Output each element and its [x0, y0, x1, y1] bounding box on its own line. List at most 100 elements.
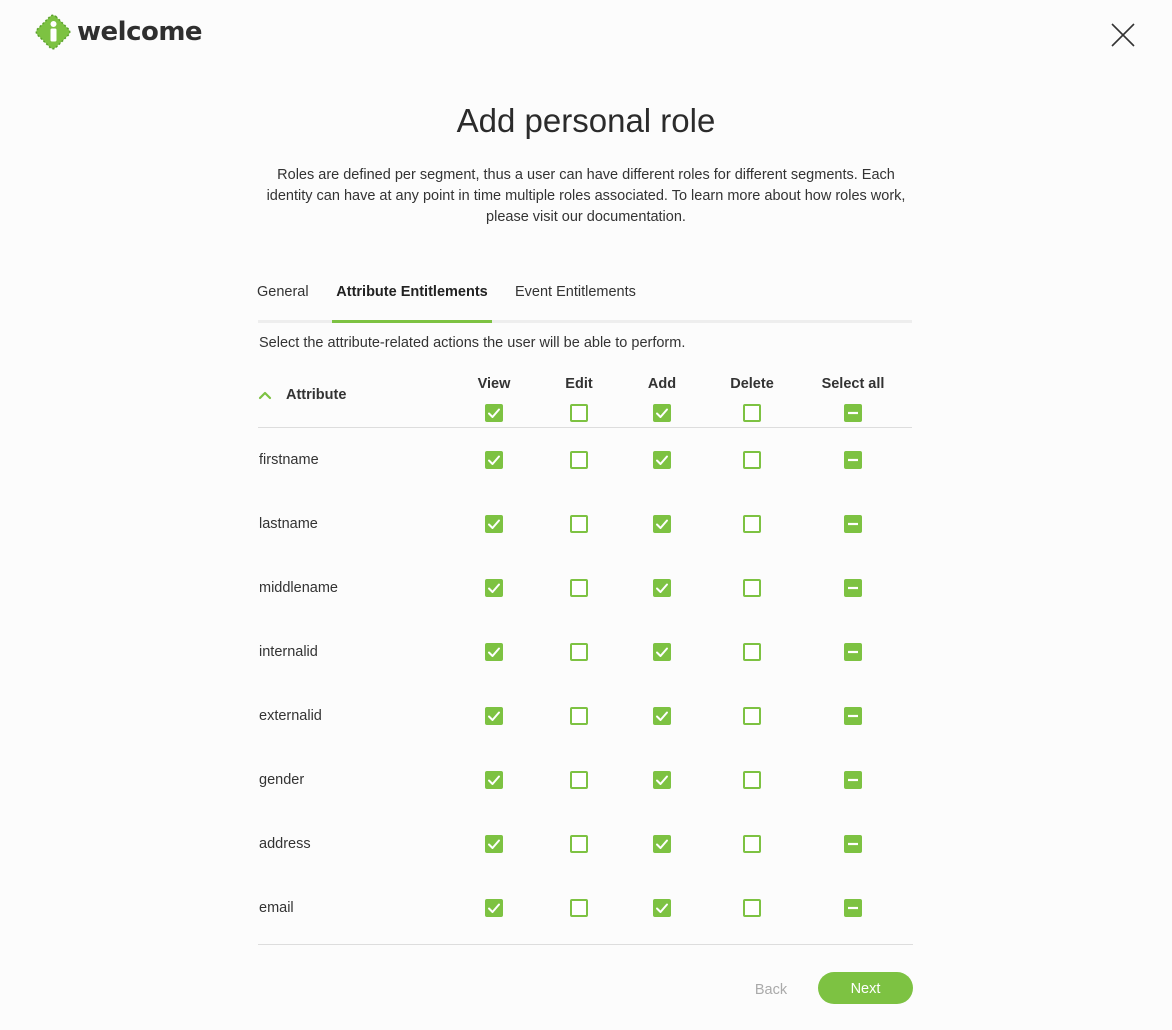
close-icon: [1111, 23, 1135, 47]
checkbox-middlename-add[interactable]: [653, 579, 671, 597]
attribute-column-header[interactable]: Attribute: [258, 387, 346, 403]
checkbox-lastname-delete[interactable]: [743, 515, 761, 533]
checkmark-icon: [488, 775, 500, 785]
checkmark-icon: [656, 839, 668, 849]
checkbox-gender-edit[interactable]: [570, 771, 588, 789]
checkbox-gender-view[interactable]: [485, 771, 503, 789]
checkmark-icon: [656, 647, 668, 657]
column-header-view: View: [477, 376, 511, 392]
minus-icon: [848, 458, 858, 462]
checkbox-address-view[interactable]: [485, 835, 503, 853]
checkbox-firstname-edit[interactable]: [570, 451, 588, 469]
tab-event-entitlements[interactable]: Event Entitlements: [515, 278, 636, 320]
page-description: Roles are defined per segment, thus a us…: [266, 167, 906, 225]
column-header-delete: Delete: [730, 376, 774, 392]
chevron-up-icon: [258, 391, 272, 400]
instruction-text: Select the attribute-related actions the…: [259, 335, 686, 351]
column-header-add: Add: [647, 376, 677, 392]
attribute-name: internalid: [259, 644, 318, 660]
tab-label: Attribute Entitlements: [336, 284, 488, 300]
checkmark-icon: [488, 903, 500, 913]
checkbox-address-select-all[interactable]: [844, 835, 862, 853]
checkbox-header-delete[interactable]: [743, 404, 761, 422]
checkbox-middlename-view[interactable]: [485, 579, 503, 597]
checkbox-firstname-select-all[interactable]: [844, 451, 862, 469]
checkbox-email-delete[interactable]: [743, 899, 761, 917]
checkbox-email-edit[interactable]: [570, 899, 588, 917]
checkmark-icon: [488, 583, 500, 593]
checkbox-middlename-select-all[interactable]: [844, 579, 862, 597]
checkbox-externalid-delete[interactable]: [743, 707, 761, 725]
minus-icon: [848, 778, 858, 782]
minus-icon: [848, 586, 858, 590]
checkmark-icon: [488, 408, 500, 418]
checkmark-icon: [656, 583, 668, 593]
tab-general[interactable]: General: [257, 278, 309, 320]
table-bottom-divider: [258, 944, 913, 945]
checkbox-email-view[interactable]: [485, 899, 503, 917]
checkmark-icon: [656, 519, 668, 529]
brand-name: welcome: [77, 17, 203, 47]
attribute-header-label: Attribute: [286, 387, 347, 403]
checkbox-internalid-select-all[interactable]: [844, 643, 862, 661]
table-row: lastname: [258, 492, 912, 556]
i-info-diamond-icon: [35, 14, 71, 50]
checkbox-firstname-delete[interactable]: [743, 451, 761, 469]
attribute-name: lastname: [259, 516, 318, 532]
table-row: gender: [258, 748, 912, 812]
checkbox-firstname-add[interactable]: [653, 451, 671, 469]
checkbox-address-add[interactable]: [653, 835, 671, 853]
checkbox-middlename-delete[interactable]: [743, 579, 761, 597]
attribute-name: externalid: [259, 708, 322, 724]
checkmark-icon: [656, 408, 668, 418]
minus-icon: [848, 522, 858, 526]
checkbox-lastname-add[interactable]: [653, 515, 671, 533]
table-body: firstname lastname middlename internalid ext…: [258, 428, 912, 940]
minus-icon: [848, 714, 858, 718]
tab-attribute-entitlements[interactable]: Attribute Entitlements: [332, 278, 492, 323]
minus-icon: [848, 906, 858, 910]
table-row: email: [258, 876, 912, 940]
checkbox-internalid-edit[interactable]: [570, 643, 588, 661]
checkbox-externalid-add[interactable]: [653, 707, 671, 725]
checkbox-middlename-edit[interactable]: [570, 579, 588, 597]
checkbox-gender-add[interactable]: [653, 771, 671, 789]
checkbox-externalid-select-all[interactable]: [844, 707, 862, 725]
column-header-select-all: Select all: [821, 376, 885, 392]
checkbox-lastname-edit[interactable]: [570, 515, 588, 533]
checkbox-header-view[interactable]: [485, 404, 503, 422]
table-row: externalid: [258, 684, 912, 748]
tab-bar: General Attribute Entitlements Event Ent…: [257, 278, 912, 323]
brand-logo[interactable]: welcome: [33, 12, 203, 52]
table-header: Attribute View Edit Add Delete Select al…: [258, 370, 912, 428]
attribute-name: firstname: [259, 452, 319, 468]
checkbox-header-add[interactable]: [653, 404, 671, 422]
checkbox-address-delete[interactable]: [743, 835, 761, 853]
checkbox-email-select-all[interactable]: [844, 899, 862, 917]
checkbox-internalid-add[interactable]: [653, 643, 671, 661]
checkmark-icon: [488, 519, 500, 529]
column-header-edit: Edit: [565, 376, 593, 392]
next-button[interactable]: Next: [818, 972, 913, 1004]
checkbox-address-edit[interactable]: [570, 835, 588, 853]
checkmark-icon: [488, 455, 500, 465]
checkbox-internalid-delete[interactable]: [743, 643, 761, 661]
checkbox-email-add[interactable]: [653, 899, 671, 917]
attribute-name: address: [259, 836, 311, 852]
checkbox-internalid-view[interactable]: [485, 643, 503, 661]
page-title: Add personal role: [456, 102, 716, 139]
checkbox-firstname-view[interactable]: [485, 451, 503, 469]
checkbox-header-select-all[interactable]: [844, 404, 862, 422]
close-button[interactable]: [1108, 20, 1138, 50]
back-button[interactable]: Back: [741, 976, 801, 1002]
checkbox-lastname-select-all[interactable]: [844, 515, 862, 533]
checkbox-lastname-view[interactable]: [485, 515, 503, 533]
checkbox-externalid-view[interactable]: [485, 707, 503, 725]
checkmark-icon: [656, 455, 668, 465]
minus-icon: [848, 842, 858, 846]
checkbox-gender-delete[interactable]: [743, 771, 761, 789]
checkbox-gender-select-all[interactable]: [844, 771, 862, 789]
checkbox-externalid-edit[interactable]: [570, 707, 588, 725]
checkbox-header-edit[interactable]: [570, 404, 588, 422]
checkmark-icon: [488, 647, 500, 657]
